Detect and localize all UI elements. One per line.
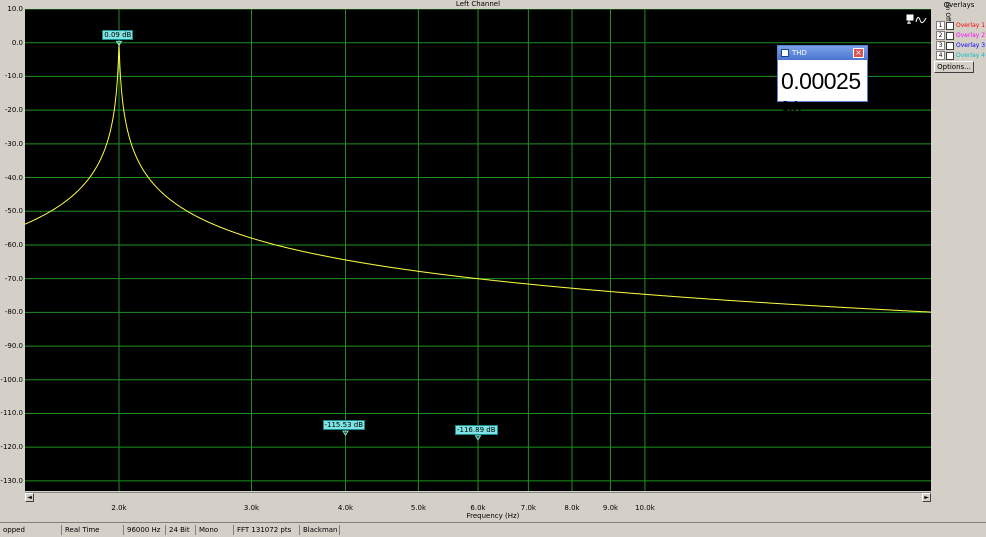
peak-marker-label: -116.89 dB [455,424,498,435]
x-tick-label: 4.0k [337,504,354,512]
cursor-mode-icon[interactable] [906,14,928,26]
scroll-right-button[interactable]: ► [922,493,931,502]
status-cell: Real Time [62,525,124,535]
status-cell: 24 Bit [166,525,196,535]
overlay-checkbox[interactable] [946,41,954,50]
overlay-row[interactable]: 4 Overlay 4 [936,51,985,60]
window-icon [781,49,789,57]
horizontal-scrollbar[interactable]: ◄ ► [25,492,931,502]
x-tick-label: 10.0k [635,504,655,512]
status-bar: opped Real Time 96000 Hz 24 Bit Mono FFT 1310… [0,522,986,537]
overlay-label: Overlay 4 [956,52,986,59]
close-icon[interactable]: × [853,48,864,58]
overlay-number: 4 [936,51,945,60]
y-tick-label: -90.0 [4,342,23,351]
on-off-header: On Off [944,2,951,22]
overlay-number: 2 [936,31,945,40]
y-tick-label: -10.0 [4,72,23,81]
status-cell: Blackman [300,525,340,535]
y-tick-label: -60.0 [4,240,23,249]
y-tick-label: 10.0 [7,5,23,13]
y-tick-label: -20.0 [4,106,23,115]
overlay-checkbox[interactable] [946,21,954,30]
y-axis: 10.0 0.0 -10.0 -20.0 -30.0 -40.0 -50.0 -60.0 -70… [0,0,25,492]
x-tick-label: 7.0k [520,504,536,512]
peak-marker-label: 0.09 dB [102,30,134,41]
overlays-title: Overlays [943,1,975,9]
x-tick-label: 5.0k [410,504,427,512]
plot-tools[interactable] [906,11,928,26]
status-cell: opped [0,525,62,535]
y-tick-label: -120.0 [0,443,23,452]
status-cell: Mono [196,525,234,535]
y-tick-label: -130.0 [0,476,23,485]
y-tick-label: -110.0 [0,409,23,418]
status-cell: FFT 131072 pts [234,525,300,535]
x-tick-label: 2.0k [111,504,127,512]
y-tick-label: -50.0 [4,207,23,216]
y-tick-label: -30.0 [4,139,23,148]
status-cell: 96000 Hz [124,525,166,535]
thd-title: THD [792,49,807,57]
thd-titlebar[interactable]: THD × [778,46,867,60]
overlay-number: 3 [936,41,945,50]
window-title: Left Channel [455,0,501,8]
x-axis-title: Frequency (Hz) [466,512,520,520]
y-tick-label: -80.0 [4,308,23,317]
scroll-left-button[interactable]: ◄ [25,493,34,502]
overlay-checkbox[interactable] [946,31,954,40]
peak-marker-label: -115.53 dB [322,420,365,431]
overlays-panel: Overlays [932,0,986,522]
x-tick-label: 3.0k [243,504,260,512]
options-button[interactable]: Options... [934,61,974,73]
thd-window[interactable]: THD × 0.00025 % [777,45,868,122]
overlay-number: 1 [936,21,945,30]
overlay-row[interactable]: 1 Overlay 1 [936,21,985,30]
y-tick-label: 0.0 [11,38,23,47]
overlay-checkbox[interactable] [946,51,954,60]
y-tick-label: -40.0 [4,173,23,182]
x-tick-label: 9.0k [602,504,619,512]
overlay-label: Overlay 2 [956,32,986,39]
y-tick-label: -100.0 [0,375,23,384]
x-tick-label: 6.0k [470,504,486,512]
overlay-row[interactable]: 3 Overlay 3 [936,41,985,50]
thd-value: 0.00025 % [781,68,861,122]
x-tick-label: 8.0k [564,504,580,512]
overlay-label: Overlay 3 [956,42,986,49]
overlay-row[interactable]: 2 Overlay 2 [936,31,985,40]
y-tick-label: -70.0 [4,274,23,283]
overlay-label: Overlay 1 [956,22,986,29]
